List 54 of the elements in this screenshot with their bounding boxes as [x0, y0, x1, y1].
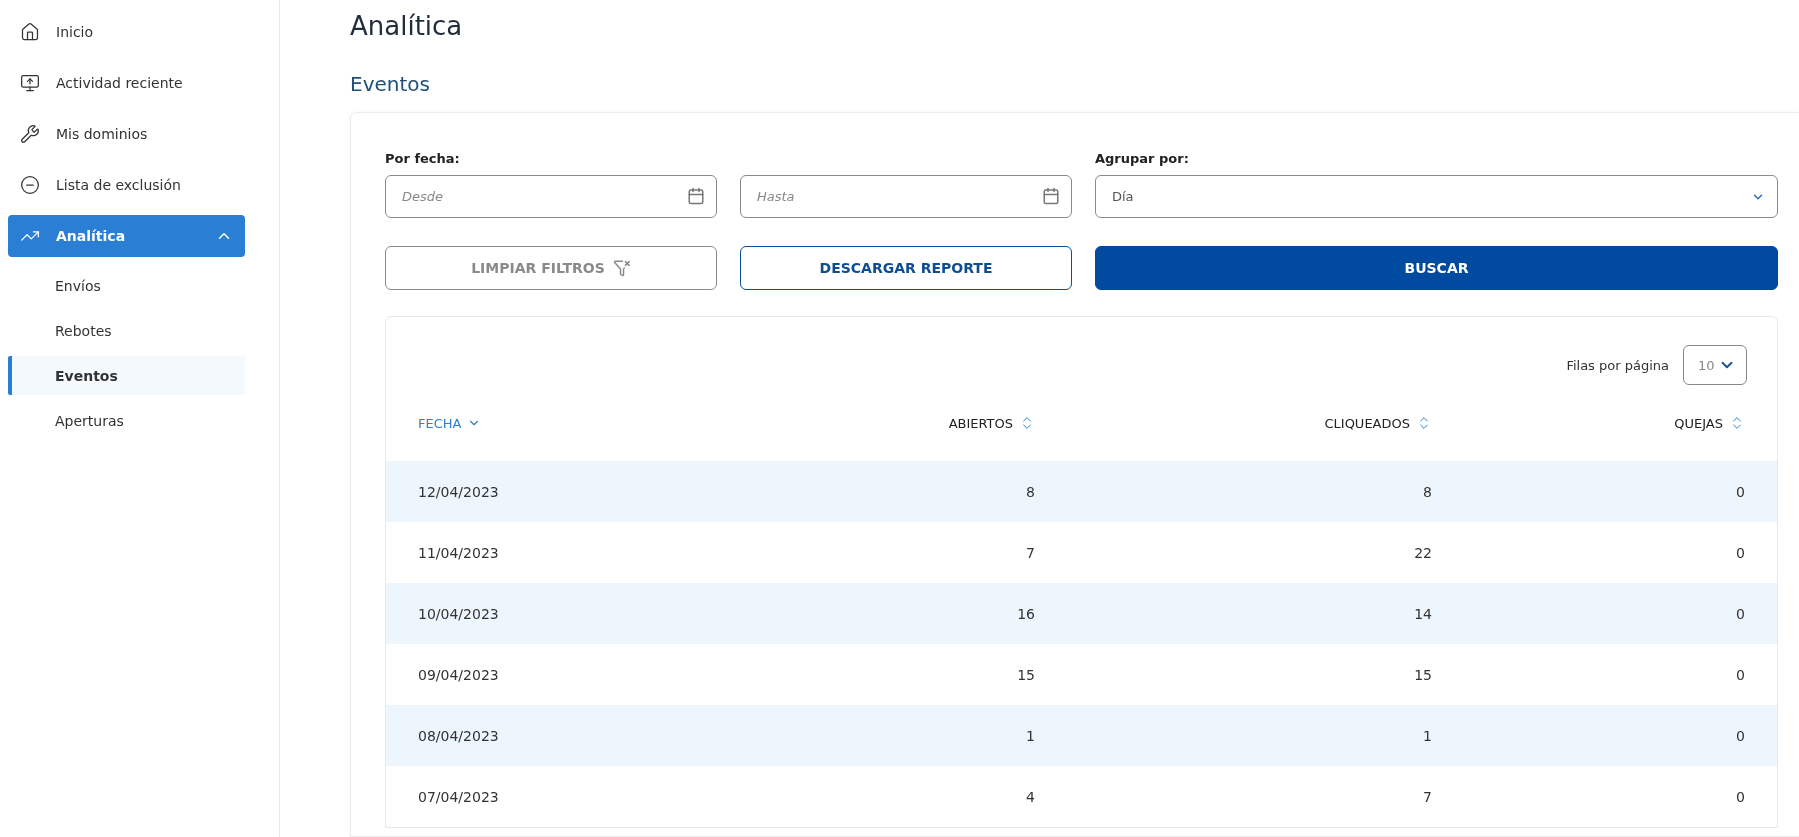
calendar-icon: [687, 187, 705, 205]
sidebar-item[interactable]: Inicio: [8, 11, 245, 53]
column-header[interactable]: QUEJAS: [1432, 415, 1745, 431]
table-cell-text: 0: [1735, 605, 1745, 622]
table-cell-text: 16: [1016, 605, 1035, 622]
table-cell-text: 12/04/2023: [418, 483, 500, 500]
table-cell-text: 15: [1016, 666, 1035, 683]
column-header[interactable]: FECHA: [418, 415, 765, 431]
column-header[interactable]: CLIQUEADOS: [1035, 415, 1432, 431]
rows-per-page-label: Filas por página: [1566, 357, 1669, 373]
table-cell-text: 0: [1735, 727, 1745, 744]
table-cell-text: 0: [1735, 544, 1745, 561]
wrench-icon: [20, 124, 40, 144]
page-title: Analítica: [350, 10, 464, 43]
table-cell-text: 1: [1422, 727, 1432, 744]
table-cell-text: 15: [1413, 666, 1432, 683]
table-cell-text: 22: [1413, 544, 1432, 561]
date-field[interactable]: Desde: [385, 175, 717, 218]
field-label: Por fecha:: [385, 150, 461, 168]
table-cell-text: 0: [1735, 483, 1745, 500]
table-cell-text: 07/04/2023: [418, 788, 500, 805]
table-cell-text: 1: [1025, 727, 1035, 744]
table-cell-text: 7: [1025, 544, 1035, 561]
monitor-icon: [20, 73, 40, 93]
table-cell-text: 8: [1025, 483, 1035, 500]
table-cell-text: 08/04/2023: [418, 727, 500, 744]
sidebar-item[interactable]: Mis dominios: [8, 113, 245, 155]
table-cell-text: 09/04/2023: [418, 666, 500, 683]
calendar-icon: [1042, 187, 1060, 205]
minus-circle-icon: [20, 175, 40, 195]
sidebar-item[interactable]: Actividad reciente: [8, 62, 245, 104]
section-title: Eventos: [350, 72, 431, 96]
search-button[interactable]: BUSCAR: [1095, 246, 1778, 290]
table-cell-text: 4: [1025, 788, 1035, 805]
table-cell-text: 8: [1422, 483, 1432, 500]
field-label: Agrupar por:: [1095, 150, 1190, 168]
table-cell-text: 11/04/2023: [418, 544, 500, 561]
filter-off-icon: [612, 259, 631, 277]
table-cell-text: 0: [1735, 788, 1745, 805]
sidebar-item[interactable]: Lista de exclusión: [8, 164, 245, 206]
table-cell-text: 14: [1413, 605, 1432, 622]
sidebar-subitem[interactable]: Rebotes: [8, 311, 245, 350]
home-icon: [20, 22, 40, 42]
table-cell-text: 0: [1735, 666, 1745, 683]
download-button[interactable]: DESCARGAR REPORTE: [740, 246, 1072, 290]
table-cell-text: 10/04/2023: [418, 605, 500, 622]
date-field[interactable]: Hasta: [740, 175, 1072, 218]
sidebar-subitem[interactable]: Eventos: [8, 356, 245, 395]
table-cell-text: 7: [1422, 788, 1432, 805]
column-header[interactable]: ABIERTOS: [765, 415, 1035, 431]
group-select[interactable]: Día: [1095, 175, 1778, 218]
sidebar-item[interactable]: Analítica: [8, 215, 245, 257]
sidebar-subitem[interactable]: Aperturas: [8, 401, 245, 440]
sidebar-subitem[interactable]: Envíos: [8, 266, 245, 305]
